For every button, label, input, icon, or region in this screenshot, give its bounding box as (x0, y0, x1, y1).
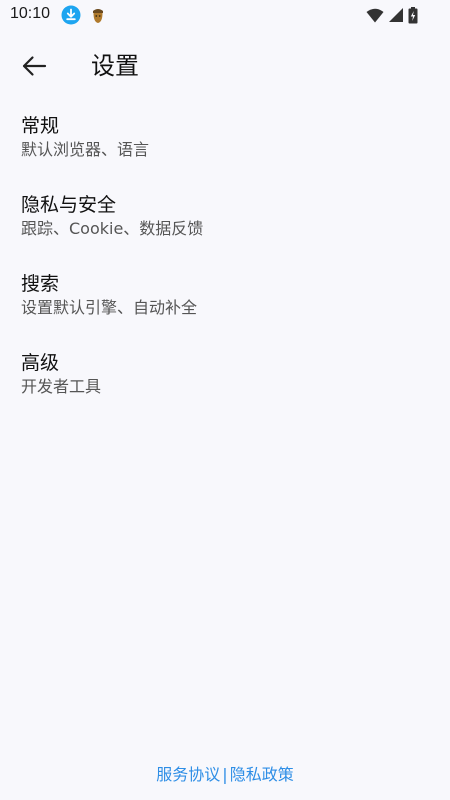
app-bar: 设置 (0, 38, 450, 94)
settings-item-title: 搜索 (21, 273, 60, 295)
wifi-icon (366, 8, 384, 22)
settings-item-subtitle: 跟踪、Cookie、数据反馈 (21, 219, 204, 238)
settings-item-advanced[interactable]: 高级 开发者工具 (0, 345, 450, 424)
download-icon (61, 5, 81, 25)
settings-item-general[interactable]: 常规 默认浏览器、语言 (0, 108, 450, 187)
status-right-group (366, 6, 418, 24)
status-bar: 10:10 (0, 0, 450, 30)
app-notification-icon (93, 9, 103, 23)
status-time: 10:10 (10, 5, 51, 22)
settings-item-search[interactable]: 搜索 设置默认引擎、自动补全 (0, 266, 450, 345)
settings-item-title: 常规 (21, 115, 60, 137)
settings-item-title: 高级 (21, 352, 60, 374)
back-button[interactable] (16, 48, 52, 84)
cell-signal-icon (389, 8, 403, 22)
settings-item-subtitle: 开发者工具 (21, 377, 102, 396)
page-title: 设置 (91, 52, 139, 80)
settings-item-privacy-security[interactable]: 隐私与安全 跟踪、Cookie、数据反馈 (0, 187, 450, 266)
terms-of-service-link[interactable]: 服务协议 (156, 765, 220, 784)
settings-list: 常规 默认浏览器、语言 隐私与安全 跟踪、Cookie、数据反馈 搜索 设置默认… (0, 108, 450, 424)
footer-separator: | (222, 765, 228, 784)
arrow-left-icon (22, 56, 47, 76)
settings-item-subtitle: 默认浏览器、语言 (21, 140, 150, 159)
settings-item-subtitle: 设置默认引擎、自动补全 (21, 298, 198, 317)
footer-links: 服务协议 | 隐私政策 (0, 764, 450, 786)
privacy-policy-link[interactable]: 隐私政策 (230, 765, 294, 784)
battery-charging-icon (408, 6, 418, 23)
settings-item-title: 隐私与安全 (21, 194, 117, 216)
